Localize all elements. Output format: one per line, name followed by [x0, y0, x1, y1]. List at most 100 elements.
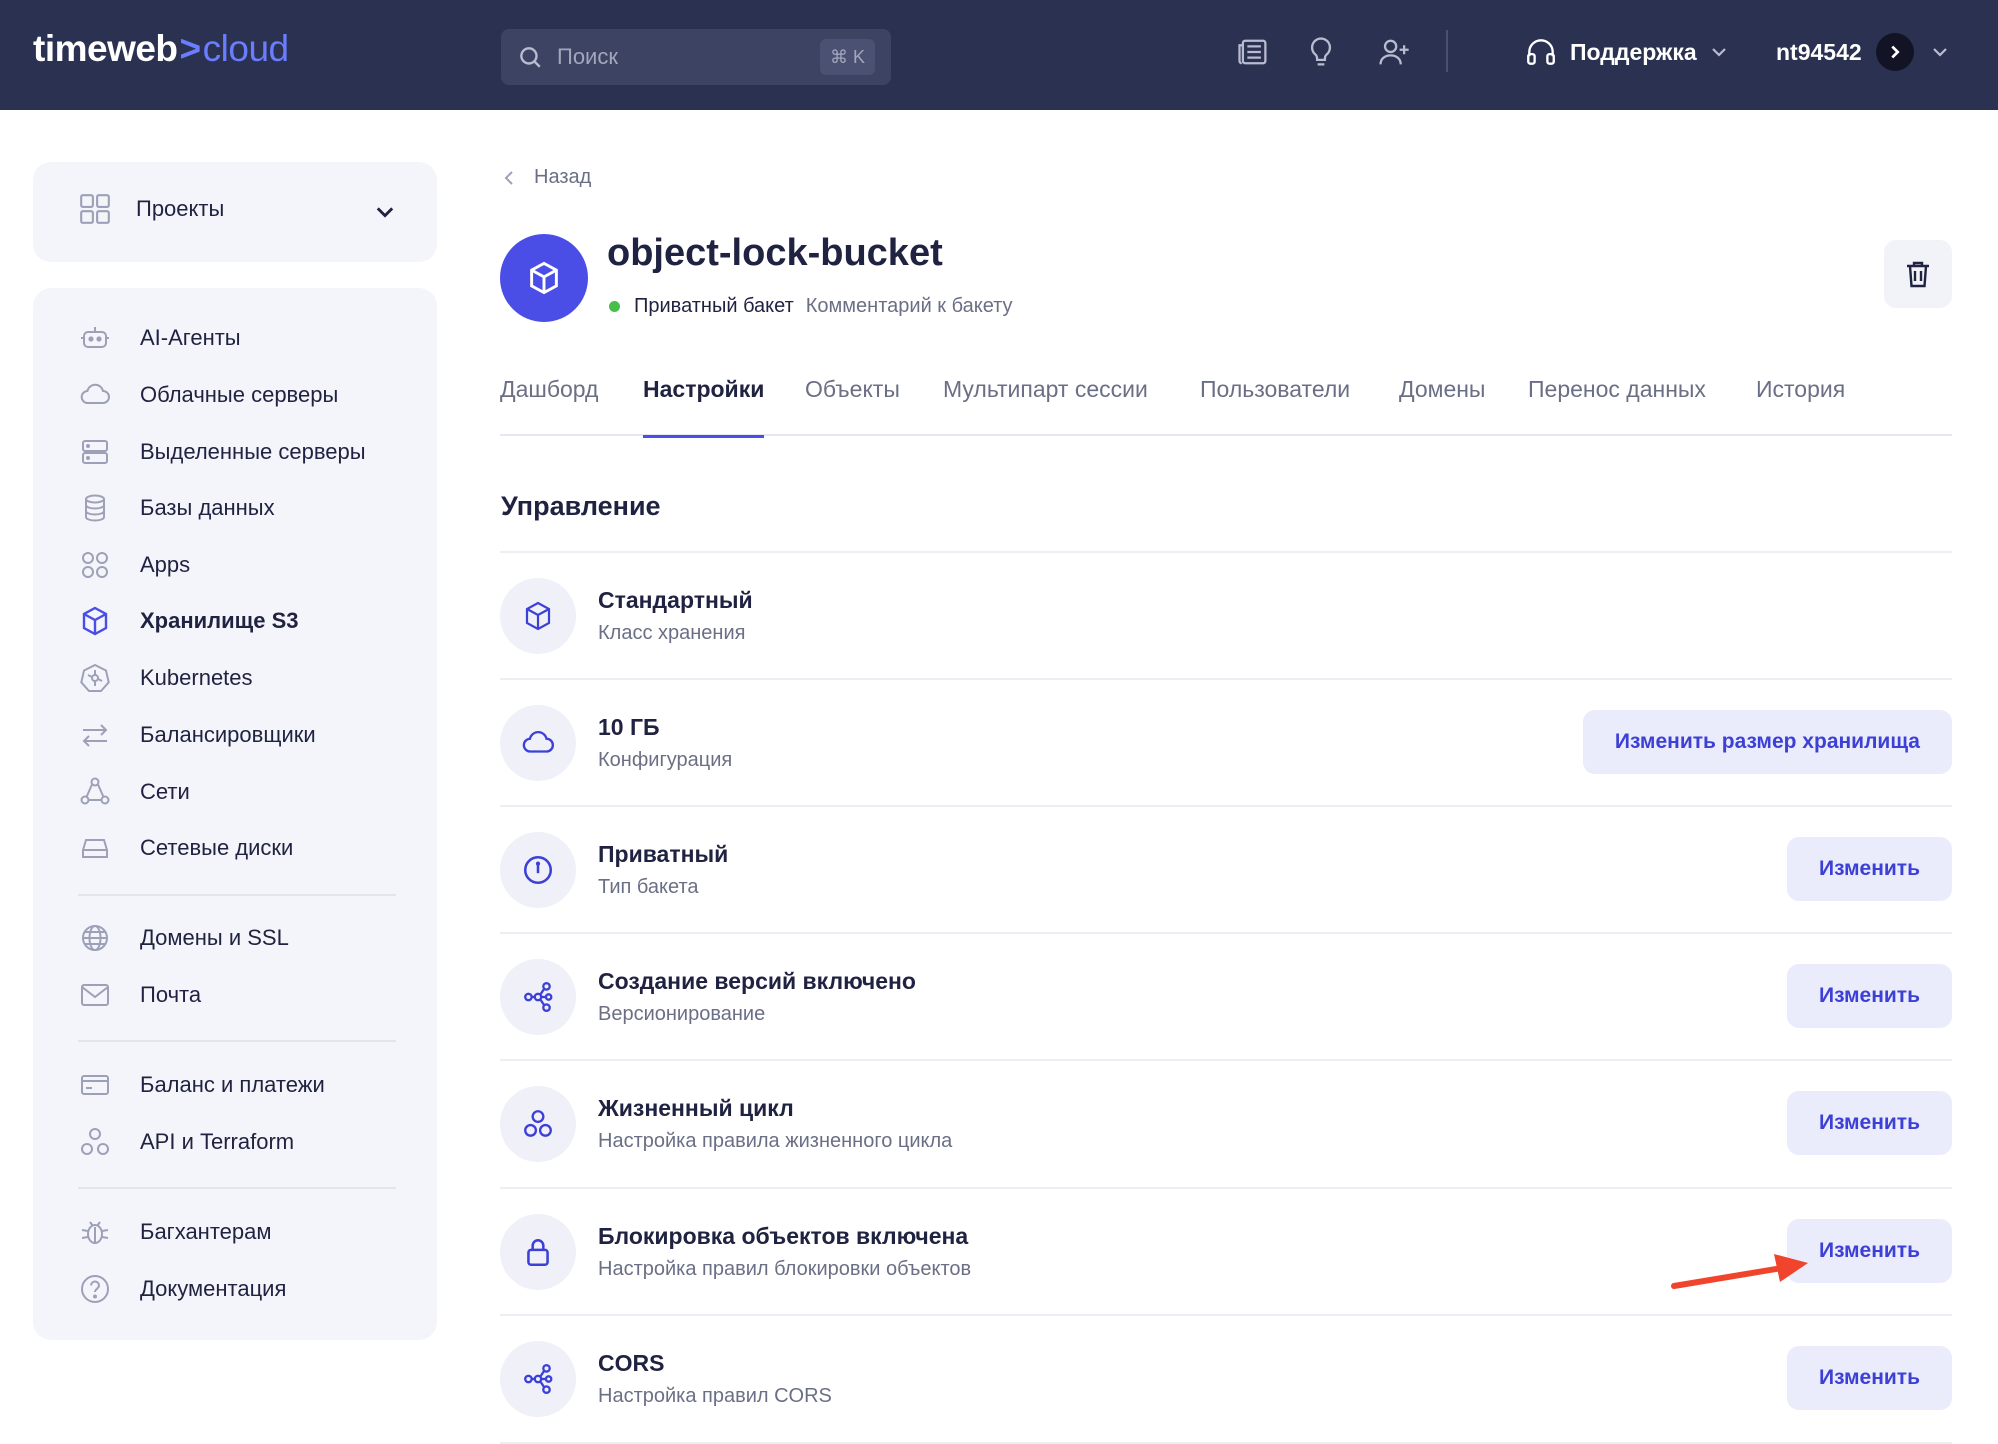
change-versioning-button[interactable]: Изменить: [1786, 964, 1952, 1028]
sidebar-item-networks[interactable]: Сети: [78, 772, 190, 812]
tab-multipart[interactable]: Мультипарт сессии: [943, 376, 1148, 436]
api-icon: [81, 1128, 109, 1155]
server-icon: [82, 440, 108, 464]
sidebar-item-network-disks[interactable]: Сетевые диски: [78, 828, 293, 868]
circles-icon: [524, 1110, 552, 1137]
sidebar-item-bughunters[interactable]: Багхантерам: [78, 1212, 272, 1252]
sidebar-item-balancers[interactable]: Балансировщики: [78, 715, 316, 755]
storage-class-row: Стандартный Класс хранения: [500, 551, 1952, 678]
keyhole-icon: [523, 855, 553, 885]
network-icon: [80, 777, 110, 805]
sidebar-item-label: Облачные серверы: [140, 382, 339, 407]
tab-dashboard[interactable]: Дашборд: [500, 376, 598, 436]
back-link[interactable]: Назад: [502, 166, 591, 189]
sidebar-item-cloud-servers[interactable]: Облачные серверы: [78, 375, 338, 415]
sidebar-item-label: Багхантерам: [140, 1219, 272, 1244]
user-arrow-badge[interactable]: [1875, 33, 1914, 71]
tabs-bar: Дашборд Настройки Объекты Мультипарт сес…: [500, 376, 1952, 438]
chevron-down-icon: [1932, 48, 1947, 57]
setting-title: 10 ГБ: [598, 714, 660, 740]
versioning-row: Создание версий включено Версионирование…: [500, 932, 1952, 1059]
section-title: Управление: [501, 491, 661, 521]
sidebar-divider: [78, 1040, 396, 1042]
setting-title: CORS: [598, 1350, 665, 1376]
disk-icon: [82, 839, 108, 858]
header-divider: [1446, 30, 1448, 72]
globe-icon: [82, 925, 108, 951]
logo[interactable]: timeweb > cloud: [33, 28, 289, 70]
setting-title: Жизненный цикл: [598, 1095, 794, 1121]
tab-domains[interactable]: Домены: [1399, 376, 1485, 436]
lightbulb-icon[interactable]: [1303, 34, 1339, 70]
setting-desc: Настройка правил CORS: [598, 1385, 832, 1407]
sidebar-item-label: Базы данных: [140, 495, 275, 520]
delete-bucket-button[interactable]: [1884, 240, 1952, 308]
user-menu[interactable]: nt94542: [1776, 30, 1950, 74]
sidebar-item-s3-storage[interactable]: Хранилище S3: [78, 601, 298, 641]
setting-desc: Настройка правила жизненного цикла: [598, 1130, 953, 1152]
sidebar-nav: AI-Агенты Облачные серверы Выделенные се…: [33, 288, 437, 1340]
headset-icon: [1527, 39, 1555, 65]
tab-settings[interactable]: Настройки: [643, 376, 765, 438]
bucket-comment[interactable]: Комментарий к бакету: [806, 295, 1013, 318]
setting-desc: Конфигурация: [598, 749, 733, 771]
search-input[interactable]: [557, 44, 797, 70]
sidebar-item-label: Сети: [140, 779, 190, 804]
help-icon: [81, 1275, 109, 1303]
tab-objects[interactable]: Объекты: [805, 376, 900, 436]
card-icon: [81, 1075, 109, 1095]
setting-desc: Тип бакета: [598, 876, 699, 898]
support-menu[interactable]: Поддержка: [1524, 30, 1741, 74]
cloud-icon: [522, 730, 555, 753]
sidebar-item-databases[interactable]: Базы данных: [78, 488, 275, 528]
bug-icon: [81, 1221, 109, 1244]
resize-storage-button[interactable]: Изменить размер хранилища: [1582, 710, 1952, 774]
kubernetes-icon: [80, 663, 110, 692]
add-user-icon[interactable]: [1376, 34, 1412, 70]
cors-row: CORS Настройка правил CORS Изменить: [500, 1314, 1952, 1441]
logo-chevron: >: [179, 28, 202, 69]
status-dot: [609, 301, 620, 312]
share-icon: [524, 982, 553, 1012]
chevron-right-icon: [1891, 45, 1900, 59]
sidebar-item-api-terraform[interactable]: API и Terraform: [78, 1122, 294, 1162]
database-icon: [85, 494, 105, 522]
tab-users[interactable]: Пользователи: [1200, 376, 1350, 436]
sidebar-divider: [78, 894, 396, 896]
chevron-down-icon: [376, 207, 394, 218]
sidebar-item-dedicated-servers[interactable]: Выделенные серверы: [78, 432, 366, 472]
projects-selector[interactable]: Проекты: [33, 162, 437, 262]
sidebar-item-label: Баланс и платежи: [140, 1072, 325, 1097]
setting-desc: Версионирование: [598, 1003, 766, 1025]
arrows-icon: [82, 724, 108, 747]
projects-row: Проекты: [78, 192, 224, 226]
change-bucket-type-button[interactable]: Изменить: [1786, 837, 1952, 901]
sidebar-divider: [78, 1187, 396, 1189]
annotation-arrow-icon: [1671, 1254, 1808, 1289]
search-icon: [520, 47, 541, 68]
news-icon[interactable]: [1235, 34, 1271, 70]
robot-icon: [81, 327, 109, 348]
sidebar-item-apps[interactable]: Apps: [78, 545, 190, 585]
share-icon: [524, 1364, 553, 1394]
sidebar-item-label: Балансировщики: [140, 722, 316, 747]
sidebar-item-billing[interactable]: Баланс и платежи: [78, 1065, 325, 1105]
user-label: nt94542: [1776, 38, 1862, 65]
sidebar-item-label: AI-Агенты: [140, 325, 241, 350]
tab-history[interactable]: История: [1756, 376, 1845, 436]
sidebar-item-label: Хранилище S3: [140, 608, 299, 633]
change-lifecycle-button[interactable]: Изменить: [1786, 1091, 1952, 1155]
sidebar-item-mail[interactable]: Почта: [78, 975, 201, 1015]
sidebar-item-domains-ssl[interactable]: Домены и SSL: [78, 918, 289, 958]
tab-data-transfer[interactable]: Перенос данных: [1528, 376, 1706, 436]
search-box[interactable]: ⌘ K: [501, 29, 891, 85]
sidebar-item-docs[interactable]: Документация: [78, 1269, 286, 1309]
page-title: object-lock-bucket: [607, 232, 943, 274]
projects-label: Проекты: [136, 196, 225, 221]
change-cors-button[interactable]: Изменить: [1786, 1346, 1952, 1410]
trash-icon: [1907, 261, 1929, 288]
sidebar-item-label: Сетевые диски: [140, 835, 294, 860]
sidebar-item-ai-agents[interactable]: AI-Агенты: [78, 318, 241, 358]
sidebar-item-label: Домены и SSL: [140, 925, 289, 950]
sidebar-item-kubernetes[interactable]: Kubernetes: [78, 658, 253, 698]
